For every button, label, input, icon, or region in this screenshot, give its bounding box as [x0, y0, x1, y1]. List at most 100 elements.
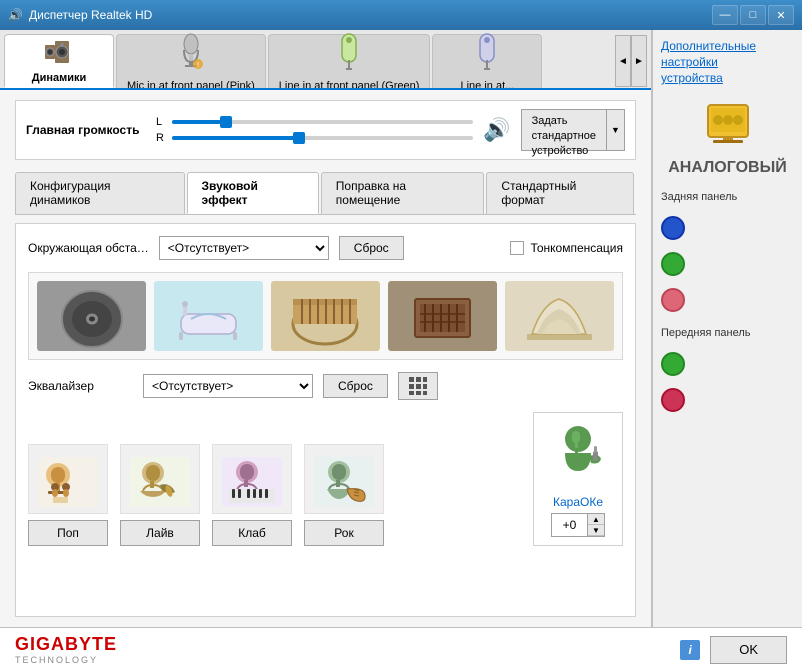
- right-panel: Дополнительные настройки устройства АНАЛ…: [652, 30, 802, 627]
- env-bath[interactable]: [154, 281, 263, 351]
- tab-scroll: ◄ ►: [615, 34, 647, 88]
- volume-sliders: L R: [156, 116, 473, 144]
- tab-line-in-label: Line in at...: [461, 80, 515, 91]
- back-connector-pink: [661, 285, 794, 315]
- effect-panel: Окружающая обста… <Отсутствует> Сброс То…: [15, 223, 636, 617]
- content-area: Динамики ! Mic in at front panel (Pink): [0, 30, 652, 627]
- env-opera[interactable]: [505, 281, 614, 351]
- back-connector-blue: [661, 213, 794, 243]
- analog-title: АНАЛОГОВЫЙ: [661, 159, 794, 177]
- front-connector-green: [661, 349, 794, 379]
- main-window: Динамики ! Mic in at front panel (Pink): [0, 30, 802, 627]
- tab-scroll-left[interactable]: ◄: [615, 35, 631, 87]
- tone-comp-label: Тонкомпенсация: [530, 241, 623, 255]
- subtab-format[interactable]: Стандартный формат: [486, 172, 634, 214]
- karaoke-box: КараОКе +0 ▲ ▼: [533, 412, 623, 546]
- maximize-button[interactable]: □: [740, 5, 766, 25]
- env-colosseum[interactable]: [271, 281, 380, 351]
- env-images: [28, 272, 623, 360]
- preset-club-icon[interactable]: [212, 444, 292, 514]
- tab-line-in[interactable]: Line in at...: [432, 34, 542, 88]
- volume-row-l: L: [156, 116, 473, 128]
- set-default-dropdown[interactable]: ▼: [607, 109, 625, 151]
- eq-select[interactable]: <Отсутствует>: [143, 374, 313, 398]
- eq-preset-rock: Рок: [304, 444, 384, 546]
- karaoke-icon[interactable]: [551, 421, 606, 491]
- volume-slider-l[interactable]: [172, 120, 473, 124]
- karaoke-spinner: +0 ▲ ▼: [551, 513, 605, 537]
- app-icon: 🔊: [8, 8, 23, 22]
- info-button[interactable]: i: [680, 640, 700, 660]
- eq-label: Эквалайзер: [28, 379, 133, 393]
- line-in-icon: [472, 32, 502, 78]
- subtab-config[interactable]: Конфигурация динамиков: [15, 172, 185, 214]
- preset-rock-button[interactable]: Рок: [304, 520, 384, 546]
- gigabyte-brand: GIGABYTE: [15, 634, 117, 655]
- env-stone[interactable]: [388, 281, 497, 351]
- gigabyte-logo: GIGABYTE TECHNOLOGY: [15, 634, 117, 665]
- subtab-effect[interactable]: Звуковой эффект: [187, 172, 319, 214]
- app-title: Диспетчер Realtek HD: [29, 8, 152, 22]
- tab-line-front-label: Line in at front panel (Green): [279, 80, 420, 91]
- preset-rock-icon[interactable]: [304, 444, 384, 514]
- tab-dynamics-label: Динамики: [32, 72, 87, 84]
- back-panel-label: Задняя панель: [661, 191, 794, 203]
- eq-preset-live: Лайв: [120, 444, 200, 546]
- dynamics-tab-icon: [43, 37, 75, 70]
- front-panel-label: Передняя панель: [661, 327, 794, 339]
- preset-club-button[interactable]: Клаб: [212, 520, 292, 546]
- env-disc[interactable]: [37, 281, 146, 351]
- tone-checkbox[interactable]: [510, 241, 524, 255]
- volume-speaker-icon[interactable]: 🔊: [483, 117, 510, 143]
- connector-red-front[interactable]: [661, 388, 685, 412]
- tone-comp-group: Тонкомпенсация: [510, 241, 623, 255]
- env-reset-button[interactable]: Сброс: [339, 236, 404, 260]
- karaoke-arrows: ▲ ▼: [588, 514, 604, 536]
- eq-reset-button[interactable]: Сброс: [323, 374, 388, 398]
- karaoke-down[interactable]: ▼: [588, 525, 604, 536]
- inner-content: Главная громкость L R: [0, 90, 651, 627]
- close-button[interactable]: ✕: [768, 5, 794, 25]
- eq-grid-button[interactable]: [398, 372, 438, 400]
- volume-label: Главная громкость: [26, 123, 146, 137]
- connector-green-front[interactable]: [661, 352, 685, 376]
- preset-live-button[interactable]: Лайв: [120, 520, 200, 546]
- connector-blue[interactable]: [661, 216, 685, 240]
- subtab-room[interactable]: Поправка на помещение: [321, 172, 485, 214]
- bottom-bar: GIGABYTE TECHNOLOGY i OK: [0, 627, 802, 671]
- volume-slider-r[interactable]: [172, 136, 473, 140]
- l-label: L: [156, 116, 166, 128]
- tab-mic-front-label: Mic in at front panel (Pink): [127, 80, 255, 91]
- env-label: Окружающая обста…: [28, 241, 149, 255]
- connector-pink-back[interactable]: [661, 288, 685, 312]
- connector-green-back[interactable]: [661, 252, 685, 276]
- front-connector-red: [661, 385, 794, 415]
- eq-preset-club: Клаб: [212, 444, 292, 546]
- preset-live-icon[interactable]: [120, 444, 200, 514]
- tab-scroll-right[interactable]: ►: [631, 35, 647, 87]
- minimize-button[interactable]: —: [712, 5, 738, 25]
- preset-pop-button[interactable]: Поп: [28, 520, 108, 546]
- tab-dynamics[interactable]: Динамики: [4, 34, 114, 88]
- tab-mic-front[interactable]: ! Mic in at front panel (Pink): [116, 34, 266, 88]
- line-front-icon: [334, 32, 364, 78]
- mic-front-icon: !: [176, 32, 206, 78]
- set-default-group: Задать стандартное устройство ▼: [521, 109, 625, 151]
- set-default-button[interactable]: Задать стандартное устройство: [521, 109, 607, 151]
- tab-line-front[interactable]: Line in at front panel (Green): [268, 34, 431, 88]
- karaoke-up[interactable]: ▲: [588, 514, 604, 525]
- titlebar-controls: — □ ✕: [712, 5, 794, 25]
- volume-section: Главная громкость L R: [15, 100, 636, 160]
- volume-row-r: R: [156, 132, 473, 144]
- preset-pop-icon[interactable]: [28, 444, 108, 514]
- ok-button[interactable]: OK: [710, 636, 787, 664]
- env-select[interactable]: <Отсутствует>: [159, 236, 329, 260]
- gigabyte-sub: TECHNOLOGY: [15, 655, 117, 665]
- eq-preset-pop: Поп: [28, 444, 108, 546]
- sub-tabs: Конфигурация динамиков Звуковой эффект П…: [15, 172, 636, 215]
- eq-row: Эквалайзер <Отсутствует> Сброс: [28, 372, 623, 400]
- bottom-right: i OK: [680, 636, 787, 664]
- titlebar-left: 🔊 Диспетчер Realtek HD: [8, 8, 152, 22]
- settings-link[interactable]: Дополнительные настройки устройства: [661, 38, 794, 86]
- r-label: R: [156, 132, 166, 144]
